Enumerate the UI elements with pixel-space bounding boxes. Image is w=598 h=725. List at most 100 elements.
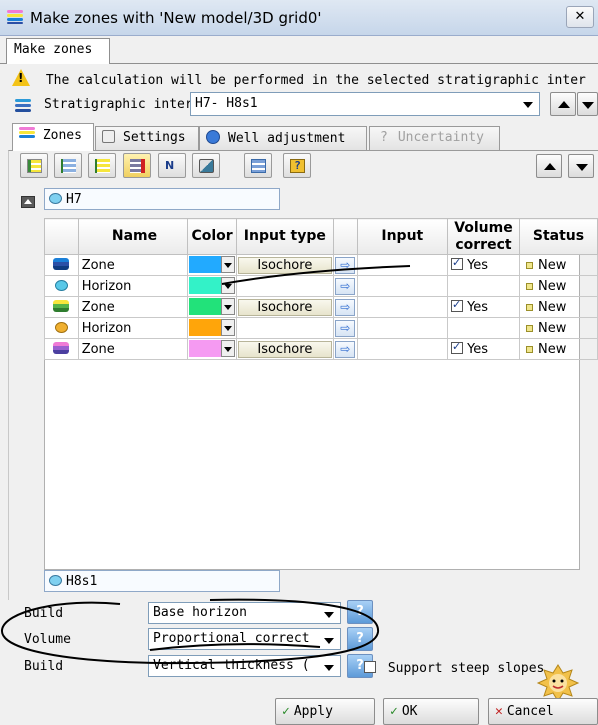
input-type-cell[interactable]: Isochore (235, 254, 334, 276)
top-horizon-box: H7 (44, 188, 280, 210)
input-type-button[interactable]: Isochore (237, 298, 332, 316)
input-type-cell[interactable]: Isochore (235, 338, 334, 360)
tab-make-zones[interactable]: Make zones (6, 38, 110, 64)
build-select-1[interactable]: Base horizon (148, 602, 341, 624)
window-title: Make zones with 'New model/3D grid0' (30, 9, 322, 27)
color-swatch[interactable] (189, 298, 225, 315)
volume-select-value: Proportional correct (153, 631, 310, 646)
volume-correct-checkbox[interactable] (450, 298, 463, 312)
cancel-button[interactable]: ✕ Cancel (488, 698, 598, 725)
collapse-down-button[interactable] (568, 154, 594, 178)
help-icon: ? (356, 604, 364, 619)
input-type-button[interactable]: Isochore (237, 256, 332, 274)
name-cell[interactable]: Zone (77, 296, 189, 318)
chevron-down-icon[interactable] (220, 277, 235, 294)
table-row[interactable]: Zone Isochore⇨ Yes New (44, 338, 598, 360)
build-select-2[interactable]: Vertical thickness ( (148, 655, 341, 677)
volume-correct-label: Yes (467, 257, 489, 273)
input-cell[interactable] (356, 275, 448, 297)
chevron-down-icon[interactable] (220, 256, 235, 273)
delete-row-button[interactable] (123, 153, 151, 178)
row-type-cell (44, 317, 79, 339)
name-cell[interactable]: Horizon (77, 317, 189, 339)
color-swatch[interactable] (189, 340, 225, 357)
volume-correct-checkbox[interactable] (450, 256, 463, 270)
input-type-cell[interactable] (235, 275, 334, 297)
arrow-right-icon[interactable]: ⇨ (335, 298, 356, 316)
tab-settings[interactable]: Settings (95, 126, 199, 150)
input-drop-cell[interactable]: ⇨ (332, 317, 358, 339)
input-cell[interactable] (356, 317, 448, 339)
input-cell[interactable] (356, 254, 448, 276)
color-cell[interactable] (187, 338, 237, 360)
input-cell[interactable] (356, 338, 448, 360)
name-cell[interactable]: Zone (77, 338, 189, 360)
help-volume-button[interactable]: ? (347, 627, 373, 651)
table-row[interactable]: Horizon ⇨ New (44, 275, 598, 297)
name-cell[interactable]: Zone (77, 254, 189, 276)
arrow-down-icon (582, 102, 594, 109)
input-drop-cell[interactable]: ⇨ (332, 254, 358, 276)
volume-correct-cell (446, 275, 520, 297)
help-toolbar-button[interactable]: ? (283, 153, 311, 178)
color-swatch[interactable] (189, 277, 225, 294)
volume-correct-label: Yes (467, 341, 489, 357)
apply-button[interactable]: ✓ Apply (275, 698, 375, 725)
row-type-cell (44, 254, 79, 276)
table-row[interactable]: Horizon ⇨ New (44, 317, 598, 339)
collapse-up-button[interactable] (536, 154, 562, 178)
volume-correct-checkbox[interactable] (450, 340, 463, 354)
renumber-button[interactable]: N (158, 153, 186, 178)
row-name: Zone (81, 257, 115, 273)
steep-slopes-checkbox[interactable] (364, 661, 376, 673)
zone-layers-icon (53, 257, 70, 270)
arrow-right-icon[interactable]: ⇨ (335, 277, 356, 295)
add-below-button[interactable] (88, 153, 116, 178)
eraser-icon (199, 159, 214, 173)
chevron-down-icon[interactable] (220, 298, 235, 315)
volume-correct-cell[interactable]: Yes (446, 254, 520, 276)
chevron-down-icon[interactable] (220, 319, 235, 336)
move-down-button[interactable] (577, 92, 598, 116)
steep-slopes-label: Support steep slopes (387, 661, 545, 676)
arrow-right-icon[interactable]: ⇨ (335, 256, 356, 274)
volume-correct-cell[interactable]: Yes (446, 338, 520, 360)
help-build-1-button[interactable]: ? (347, 600, 373, 624)
input-type-cell[interactable]: Isochore (235, 296, 334, 318)
table-row[interactable]: Zone Isochore⇨ Yes New (44, 254, 598, 276)
volume-select[interactable]: Proportional correct (148, 628, 341, 650)
move-up-button[interactable] (550, 92, 576, 116)
add-horizon-button[interactable] (54, 153, 82, 178)
input-cell[interactable] (356, 296, 448, 318)
arrow-right-icon[interactable]: ⇨ (335, 340, 356, 358)
collapse-tree-button[interactable] (21, 196, 35, 208)
color-swatch[interactable] (189, 319, 225, 336)
color-cell[interactable] (187, 254, 237, 276)
steep-slopes-option[interactable]: Support steep slopes (364, 661, 544, 676)
input-type-button[interactable]: Isochore (237, 340, 332, 358)
volume-correct-cell[interactable]: Yes (446, 296, 520, 318)
name-cell[interactable]: Horizon (77, 275, 189, 297)
input-drop-cell[interactable]: ⇨ (332, 338, 358, 360)
arrow-right-icon[interactable]: ⇨ (335, 319, 356, 337)
erase-button[interactable] (192, 153, 220, 178)
color-cell[interactable] (187, 317, 237, 339)
chevron-down-icon[interactable] (220, 340, 235, 357)
tab-well-adjustment[interactable]: Well adjustment (199, 126, 367, 150)
input-type-cell[interactable] (235, 317, 334, 339)
warning-icon (12, 69, 30, 86)
zones-icon (19, 127, 35, 141)
table-row[interactable]: Zone Isochore⇨ Yes New (44, 296, 598, 318)
input-drop-cell[interactable]: ⇨ (332, 296, 358, 318)
strat-interval-select[interactable]: H7- H8s1 (190, 92, 540, 116)
app-layers-icon (7, 10, 23, 24)
input-drop-cell[interactable]: ⇨ (332, 275, 358, 297)
color-cell[interactable] (187, 296, 237, 318)
color-swatch[interactable] (189, 256, 225, 273)
color-cell[interactable] (187, 275, 237, 297)
ok-button[interactable]: ✓ OK (383, 698, 479, 725)
close-button[interactable]: ✕ (566, 6, 594, 28)
swap-button[interactable] (244, 153, 272, 178)
tab-zones[interactable]: Zones (12, 123, 94, 151)
insert-zone-button[interactable] (20, 153, 48, 178)
